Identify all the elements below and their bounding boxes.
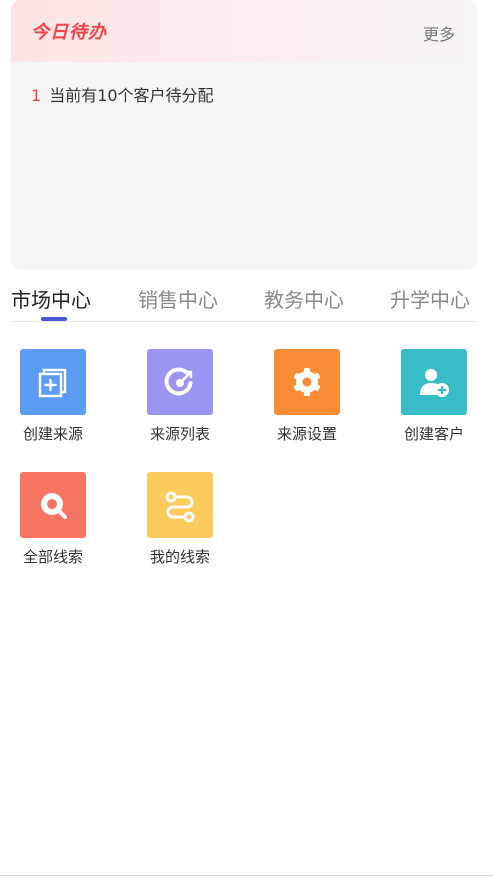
target-icon <box>147 349 213 415</box>
search-icon <box>20 472 86 538</box>
function-source-list[interactable]: 来源列表 <box>132 349 228 444</box>
tab-sales-center[interactable]: 销售中心 <box>138 284 218 313</box>
todo-item-text: 当前有10个客户待分配 <box>49 86 214 105</box>
add-copy-icon <box>20 349 86 415</box>
function-create-source[interactable]: 创建来源 <box>5 349 101 444</box>
todo-item-index: 1 <box>31 86 42 105</box>
tab-divider <box>11 321 477 322</box>
function-label: 创建来源 <box>22 425 83 443</box>
todo-header: 今日待办 更多 <box>11 0 477 62</box>
todo-card: 今日待办 更多 1 当前有10个客户待分配 <box>11 0 477 270</box>
function-label: 来源列表 <box>149 425 210 443</box>
function-label: 我的线索 <box>149 548 210 566</box>
center-tabs: 市场中心 销售中心 教务中心 升学中心 <box>0 280 493 322</box>
todo-more-link[interactable]: 更多 <box>423 21 455 45</box>
function-label: 全部线索 <box>22 548 83 566</box>
tab-market-center[interactable]: 市场中心 <box>11 284 91 313</box>
app-page: 今日待办 更多 1 当前有10个客户待分配 市场中心 销售中心 教务中心 升学中心… <box>0 0 493 879</box>
tab-admission-center[interactable]: 升学中心 <box>390 284 470 313</box>
gear-icon <box>274 349 340 415</box>
function-label: 来源设置 <box>276 425 337 443</box>
function-my-leads[interactable]: 我的线索 <box>132 472 228 567</box>
function-all-leads[interactable]: 全部线索 <box>5 472 101 567</box>
bottom-divider <box>0 875 493 876</box>
function-create-customer[interactable]: 创建客户 <box>386 349 482 444</box>
todo-item[interactable]: 1 当前有10个客户待分配 <box>31 82 214 106</box>
todo-title: 今日待办 <box>31 22 107 43</box>
route-icon <box>147 472 213 538</box>
function-label: 创建客户 <box>403 425 464 443</box>
add-user-icon <box>401 349 467 415</box>
tab-academic-center[interactable]: 教务中心 <box>264 284 344 313</box>
function-source-settings[interactable]: 来源设置 <box>259 349 355 444</box>
